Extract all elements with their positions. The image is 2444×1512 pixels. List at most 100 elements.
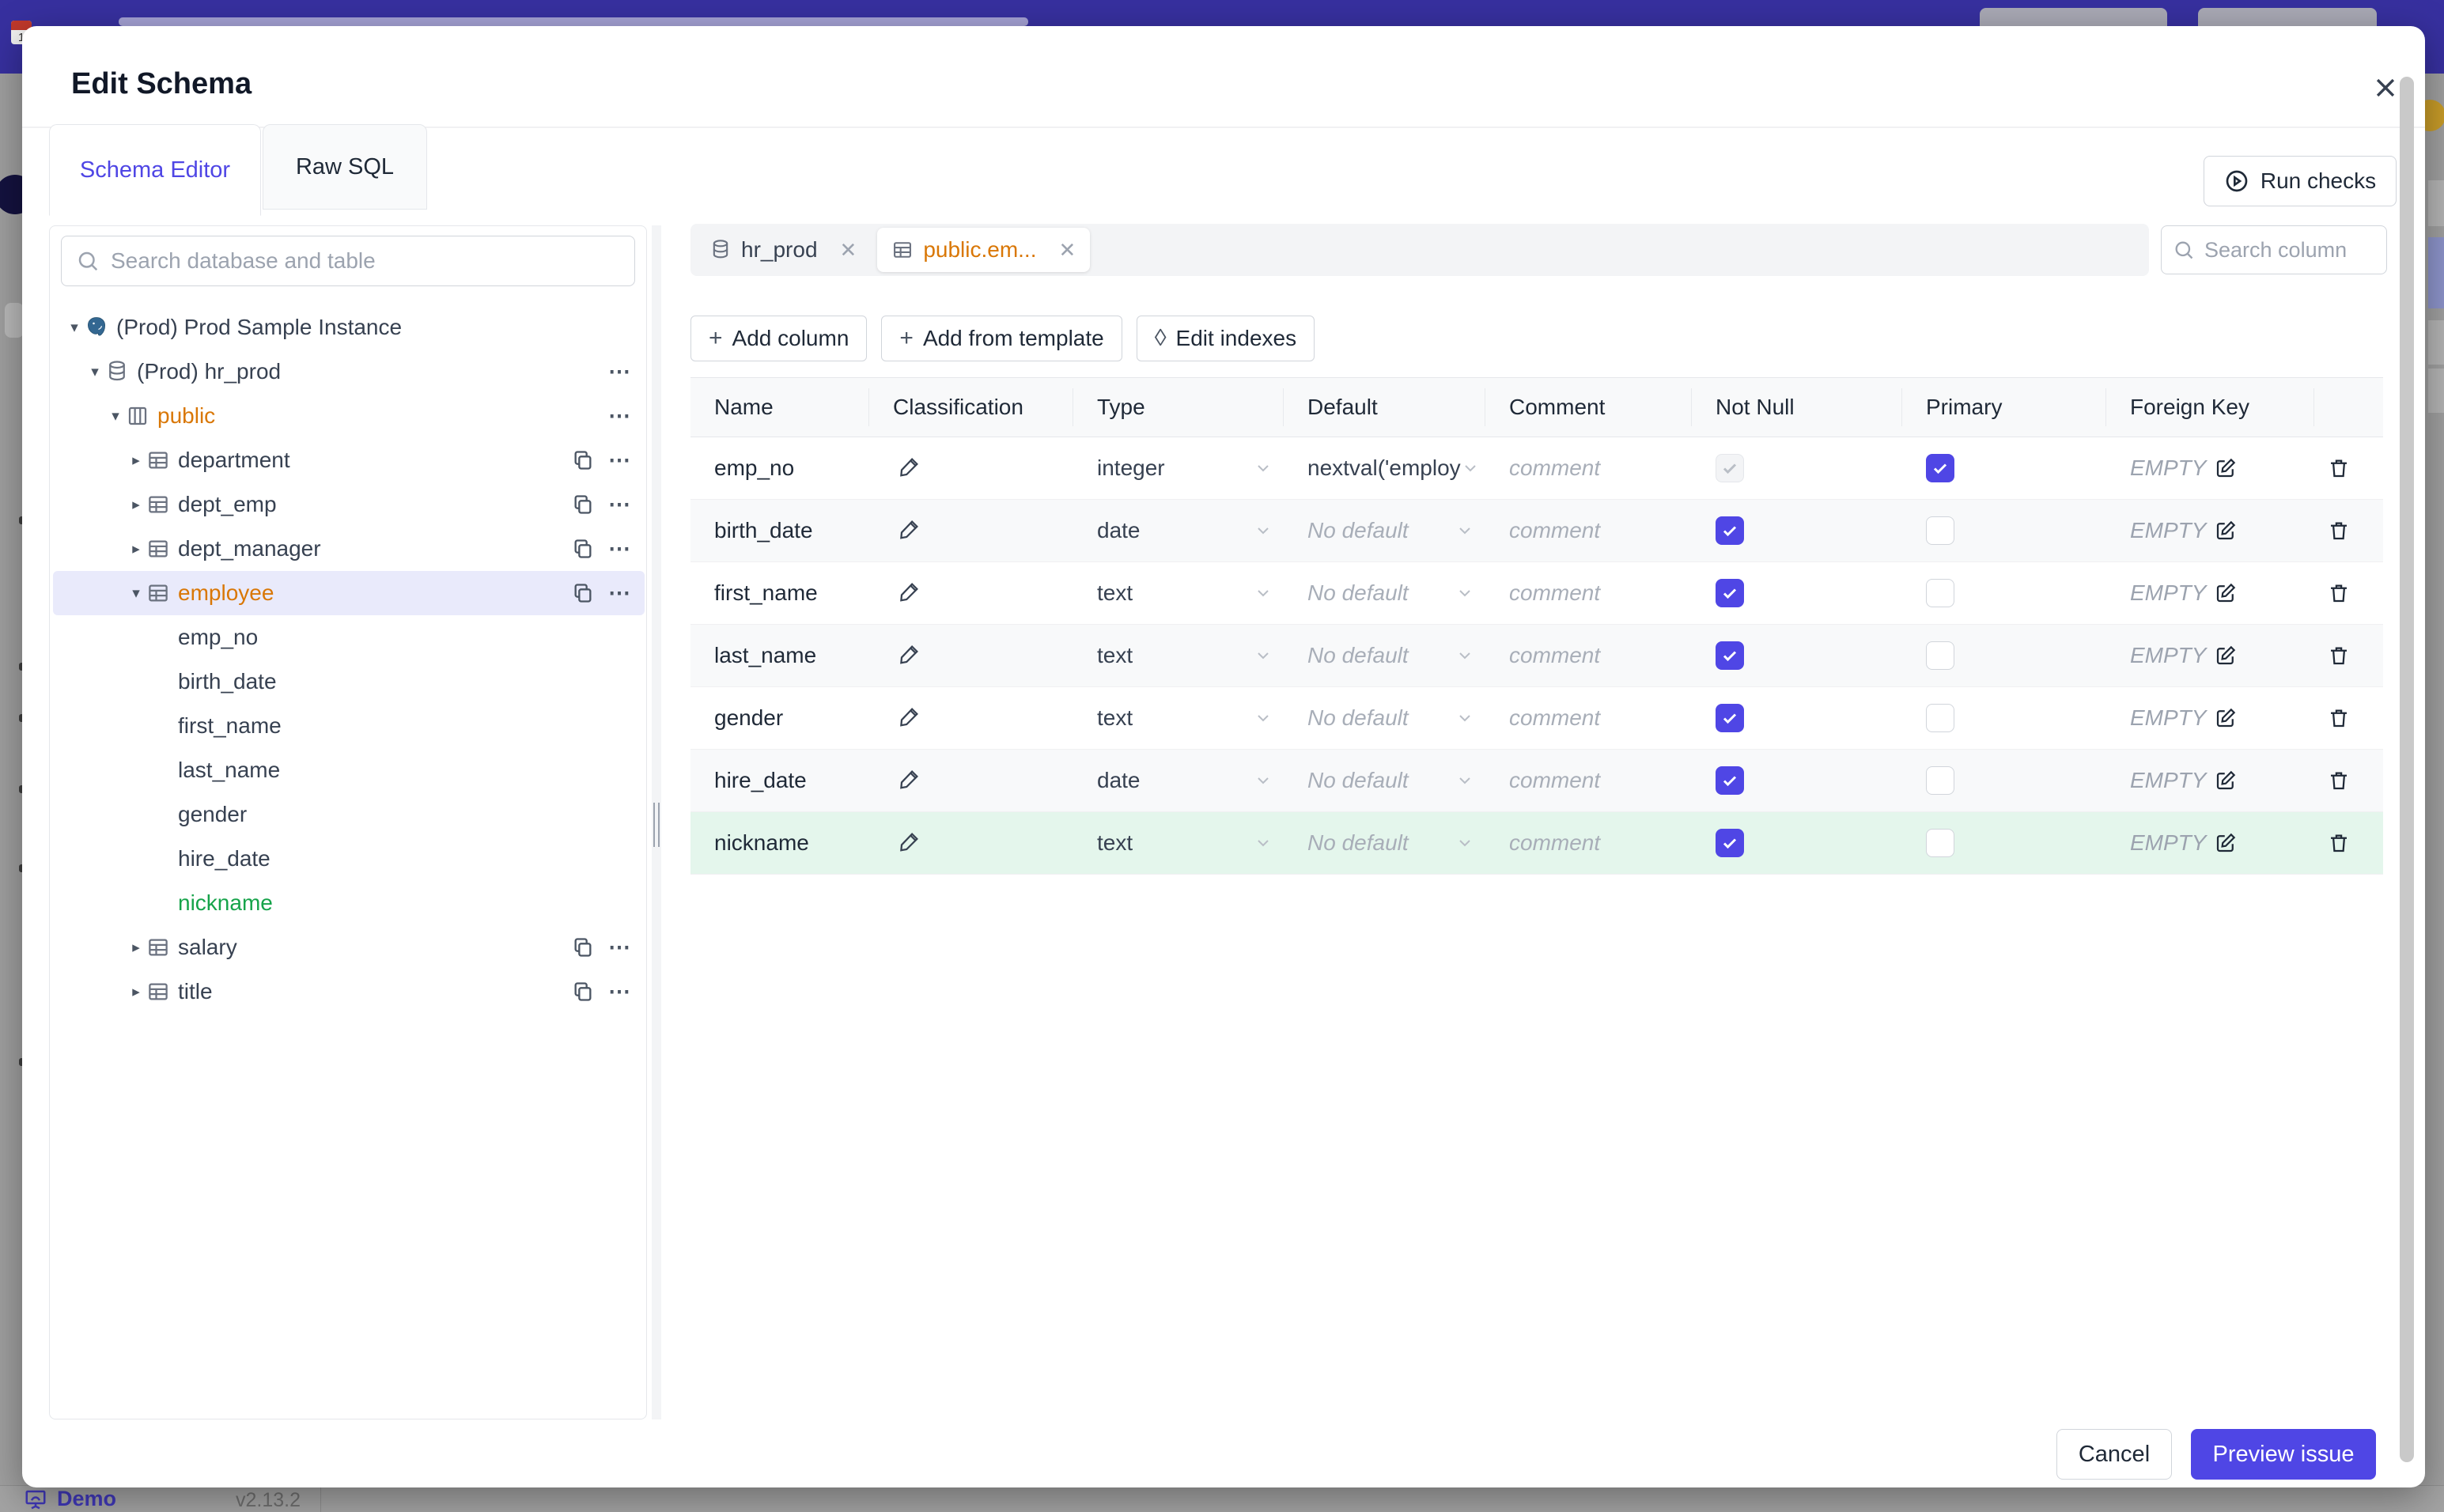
delete-column-icon[interactable] xyxy=(2327,769,2383,792)
checkbox-checked[interactable] xyxy=(1926,454,1954,482)
tree-item-employee[interactable]: ▾ employee ⋯ xyxy=(53,571,645,615)
more-options-icon[interactable]: ⋯ xyxy=(608,449,632,471)
comment-input[interactable]: comment xyxy=(1509,455,1600,480)
classification-pencil-icon[interactable] xyxy=(893,705,921,728)
chevron-right-icon[interactable]: ▸ xyxy=(126,939,146,957)
tree-item-first_name[interactable]: first_name xyxy=(53,704,645,748)
delete-column-icon[interactable] xyxy=(2327,581,2383,605)
chevron-down-icon[interactable]: ▾ xyxy=(64,319,85,337)
edit-foreign-key-icon[interactable] xyxy=(2214,831,2238,855)
chevron-right-icon[interactable]: ▸ xyxy=(126,983,146,1001)
default-select[interactable]: No default xyxy=(1284,705,1485,731)
demo-link[interactable]: Demo xyxy=(24,1487,116,1511)
comment-input[interactable]: comment xyxy=(1509,705,1600,730)
run-checks-button[interactable]: Run checks xyxy=(2204,156,2397,206)
column-search-input[interactable]: Search column xyxy=(2161,225,2387,274)
more-options-icon[interactable]: ⋯ xyxy=(608,538,632,560)
type-select[interactable]: text xyxy=(1073,580,1284,606)
default-select[interactable]: nextval('employ xyxy=(1284,455,1485,481)
copy-icon[interactable] xyxy=(572,449,594,471)
add-column-button[interactable]: + Add column xyxy=(690,316,868,361)
editor-tab-hr_prod[interactable]: hr_prod ✕ xyxy=(695,228,871,272)
default-select[interactable]: No default xyxy=(1284,768,1485,793)
type-select[interactable]: date xyxy=(1073,518,1284,543)
add-from-template-button[interactable]: + Add from template xyxy=(881,316,1122,361)
tab-raw-sql[interactable]: Raw SQL xyxy=(263,124,427,210)
edit-foreign-key-icon[interactable] xyxy=(2214,519,2238,542)
delete-column-icon[interactable] xyxy=(2327,831,2383,855)
more-options-icon[interactable]: ⋯ xyxy=(608,936,632,958)
edit-indexes-button[interactable]: ◊ Edit indexes xyxy=(1136,316,1315,361)
tree-item-public[interactable]: ▾ public ⋯ xyxy=(53,394,645,438)
type-select[interactable]: integer xyxy=(1073,455,1284,481)
column-name[interactable]: hire_date xyxy=(690,768,869,793)
column-name[interactable]: emp_no xyxy=(690,455,869,481)
database-search-input[interactable]: Search database and table xyxy=(61,236,635,286)
default-select[interactable]: No default xyxy=(1284,580,1485,606)
tree-item-department[interactable]: ▸ department ⋯ xyxy=(53,438,645,482)
tree-item-hire_date[interactable]: hire_date xyxy=(53,837,645,881)
edit-foreign-key-icon[interactable] xyxy=(2214,769,2238,792)
chevron-right-icon[interactable]: ▸ xyxy=(126,452,146,470)
tree-item-dept_emp[interactable]: ▸ dept_emp ⋯ xyxy=(53,482,645,527)
checkbox-unchecked[interactable] xyxy=(1926,829,1954,857)
tree-item-title[interactable]: ▸ title ⋯ xyxy=(53,970,645,1014)
chevron-down-icon[interactable]: ▾ xyxy=(85,363,105,381)
comment-input[interactable]: comment xyxy=(1509,830,1600,855)
more-options-icon[interactable]: ⋯ xyxy=(608,582,632,604)
comment-input[interactable]: comment xyxy=(1509,518,1600,542)
close-tab-icon[interactable]: ✕ xyxy=(1058,238,1076,263)
copy-icon[interactable] xyxy=(572,981,594,1003)
comment-input[interactable]: comment xyxy=(1509,580,1600,605)
classification-pencil-icon[interactable] xyxy=(893,830,921,853)
checkbox-unchecked[interactable] xyxy=(1926,766,1954,795)
panel-splitter[interactable] xyxy=(652,225,661,1419)
classification-pencil-icon[interactable] xyxy=(893,455,921,478)
tree-item-salary[interactable]: ▸ salary ⋯ xyxy=(53,925,645,970)
copy-icon[interactable] xyxy=(572,582,594,604)
more-options-icon[interactable]: ⋯ xyxy=(608,361,632,383)
classification-pencil-icon[interactable] xyxy=(893,767,921,791)
modal-scrollbar[interactable] xyxy=(2398,77,2416,1465)
copy-icon[interactable] xyxy=(572,936,594,958)
checkbox-unchecked[interactable] xyxy=(1926,579,1954,607)
classification-pencil-icon[interactable] xyxy=(893,517,921,541)
tree-item--prod-hr_prod[interactable]: ▾ (Prod) hr_prod ⋯ xyxy=(53,350,645,394)
edit-foreign-key-icon[interactable] xyxy=(2214,581,2238,605)
delete-column-icon[interactable] xyxy=(2327,644,2383,667)
delete-column-icon[interactable] xyxy=(2327,519,2383,542)
checkbox-unchecked[interactable] xyxy=(1926,704,1954,732)
classification-pencil-icon[interactable] xyxy=(893,580,921,603)
type-select[interactable]: text xyxy=(1073,830,1284,856)
chevron-right-icon[interactable]: ▸ xyxy=(126,540,146,558)
cancel-button[interactable]: Cancel xyxy=(2056,1429,2172,1480)
column-name[interactable]: last_name xyxy=(690,643,869,668)
tree-item--prod-prod-sample-instance[interactable]: ▾ (Prod) Prod Sample Instance xyxy=(53,305,645,350)
column-name[interactable]: first_name xyxy=(690,580,869,606)
more-options-icon[interactable]: ⋯ xyxy=(608,493,632,516)
delete-column-icon[interactable] xyxy=(2327,456,2383,480)
checkbox-checked[interactable] xyxy=(1716,704,1744,732)
edit-foreign-key-icon[interactable] xyxy=(2214,456,2238,480)
copy-icon[interactable] xyxy=(572,493,594,516)
more-options-icon[interactable]: ⋯ xyxy=(608,405,632,427)
type-select[interactable]: text xyxy=(1073,643,1284,668)
checkbox-checked[interactable] xyxy=(1716,766,1744,795)
copy-icon[interactable] xyxy=(572,538,594,560)
tree-item-nickname[interactable]: nickname xyxy=(53,881,645,925)
close-tab-icon[interactable]: ✕ xyxy=(840,238,857,263)
default-select[interactable]: No default xyxy=(1284,830,1485,856)
column-name[interactable]: nickname xyxy=(690,830,869,856)
checkbox-checked[interactable] xyxy=(1716,516,1744,545)
checkbox-checked[interactable] xyxy=(1716,579,1744,607)
classification-pencil-icon[interactable] xyxy=(893,642,921,666)
checkbox-unchecked[interactable] xyxy=(1926,641,1954,670)
more-options-icon[interactable]: ⋯ xyxy=(608,981,632,1003)
chevron-down-icon[interactable]: ▾ xyxy=(105,407,126,425)
tree-item-birth_date[interactable]: birth_date xyxy=(53,660,645,704)
delete-column-icon[interactable] xyxy=(2327,706,2383,730)
edit-foreign-key-icon[interactable] xyxy=(2214,706,2238,730)
comment-input[interactable]: comment xyxy=(1509,643,1600,667)
tree-item-last_name[interactable]: last_name xyxy=(53,748,645,792)
chevron-down-icon[interactable]: ▾ xyxy=(126,584,146,603)
